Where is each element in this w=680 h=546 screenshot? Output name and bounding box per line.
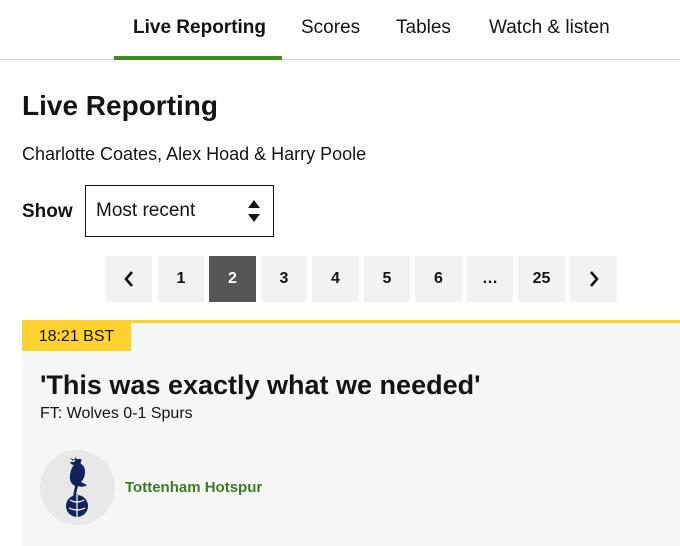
page-title: Live Reporting [22, 90, 219, 121]
post-title: 'This was exactly what we needed' [40, 370, 481, 400]
pagination: 1 2 3 4 5 6 … 25 [0, 256, 680, 302]
page-ellipsis: … [467, 256, 513, 302]
page-button-5[interactable]: 5 [364, 256, 410, 302]
post-subtitle: FT: Wolves 0-1 Spurs [40, 405, 193, 422]
next-page-button[interactable] [570, 256, 617, 302]
tab-live-reporting[interactable]: Live Reporting [133, 0, 266, 60]
tab-tables[interactable]: Tables [396, 0, 451, 60]
tab-scores[interactable]: Scores [301, 0, 360, 60]
live-post-card: 18:21 BST 'This was exactly what we need… [22, 320, 680, 546]
tab-watch-listen[interactable]: Watch & listen [489, 0, 610, 60]
sort-select-value: Most recent [96, 200, 196, 221]
chevron-right-icon [589, 271, 599, 287]
sort-label: Show [22, 201, 73, 222]
sort-select[interactable]: Most recent [85, 185, 274, 237]
page-button-25[interactable]: 25 [518, 256, 565, 302]
up-down-arrows-icon [248, 200, 260, 222]
chevron-left-icon [124, 271, 133, 287]
top-navigation: Live Reporting Scores Tables Watch & lis… [0, 0, 680, 60]
active-tab-indicator [114, 56, 282, 60]
avatar [40, 450, 115, 525]
page-button-1[interactable]: 1 [158, 256, 204, 302]
page-button-4[interactable]: 4 [312, 256, 359, 302]
post-timestamp: 18:21 BST [22, 323, 131, 351]
post-author-link[interactable]: Tottenham Hotspur [125, 477, 262, 499]
authors-byline: Charlotte Coates, Alex Hoad & Harry Pool… [22, 144, 367, 164]
page-button-6[interactable]: 6 [415, 256, 462, 302]
tottenham-crest-icon [66, 457, 88, 517]
previous-page-button[interactable] [106, 256, 152, 302]
page-button-3[interactable]: 3 [261, 256, 307, 302]
page-button-2-current[interactable]: 2 [209, 256, 256, 302]
